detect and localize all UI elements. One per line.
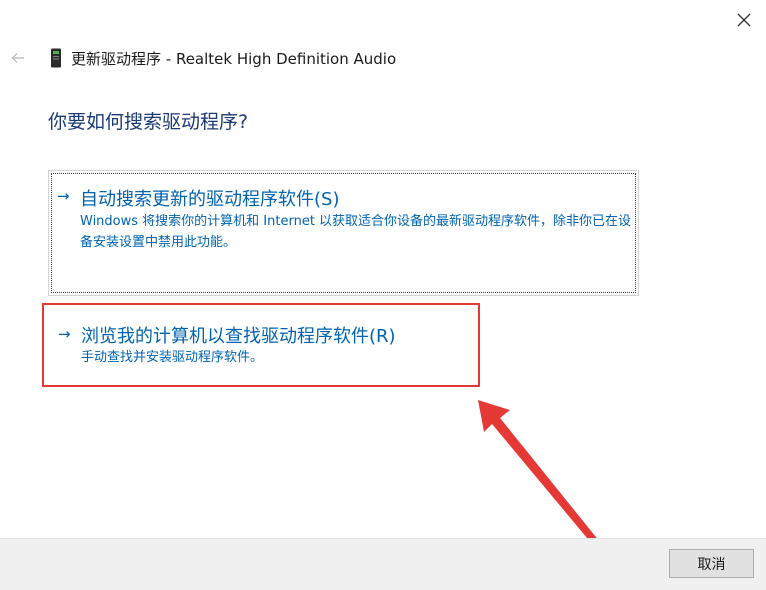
arrow-right-icon: → xyxy=(58,325,71,343)
page-heading: 你要如何搜索驱动程序? xyxy=(48,111,249,133)
device-icon xyxy=(51,48,61,68)
close-button[interactable] xyxy=(726,4,762,36)
auto-search-title: 自动搜索更新的驱动程序软件(S) xyxy=(80,189,340,210)
footer-bar xyxy=(0,538,766,590)
cancel-button[interactable]: 取消 xyxy=(669,549,754,578)
back-button[interactable] xyxy=(6,46,30,70)
back-arrow-icon xyxy=(11,53,24,63)
browse-computer-description: 手动查找并安装驱动程序软件。 xyxy=(81,350,264,365)
arrow-right-icon: → xyxy=(57,187,70,205)
browse-computer-title: 浏览我的计算机以查找驱动程序软件(R) xyxy=(81,326,396,347)
red-arrow-annotation xyxy=(478,400,608,556)
close-icon xyxy=(737,13,751,27)
window-title-bar: 更新驱动程序 - Realtek High Definition Audio xyxy=(50,46,396,70)
auto-search-option[interactable]: → 自动搜索更新的驱动程序软件(S) Windows 将搜索你的计算机和 Int… xyxy=(48,170,639,296)
window-title: 更新驱动程序 - Realtek High Definition Audio xyxy=(71,49,397,68)
browse-computer-option[interactable]: → 浏览我的计算机以查找驱动程序软件(R) 手动查找并安装驱动程序软件。 xyxy=(42,303,480,387)
auto-search-description: Windows 将搜索你的计算机和 Internet 以获取适合你设备的最新驱动… xyxy=(80,214,632,250)
